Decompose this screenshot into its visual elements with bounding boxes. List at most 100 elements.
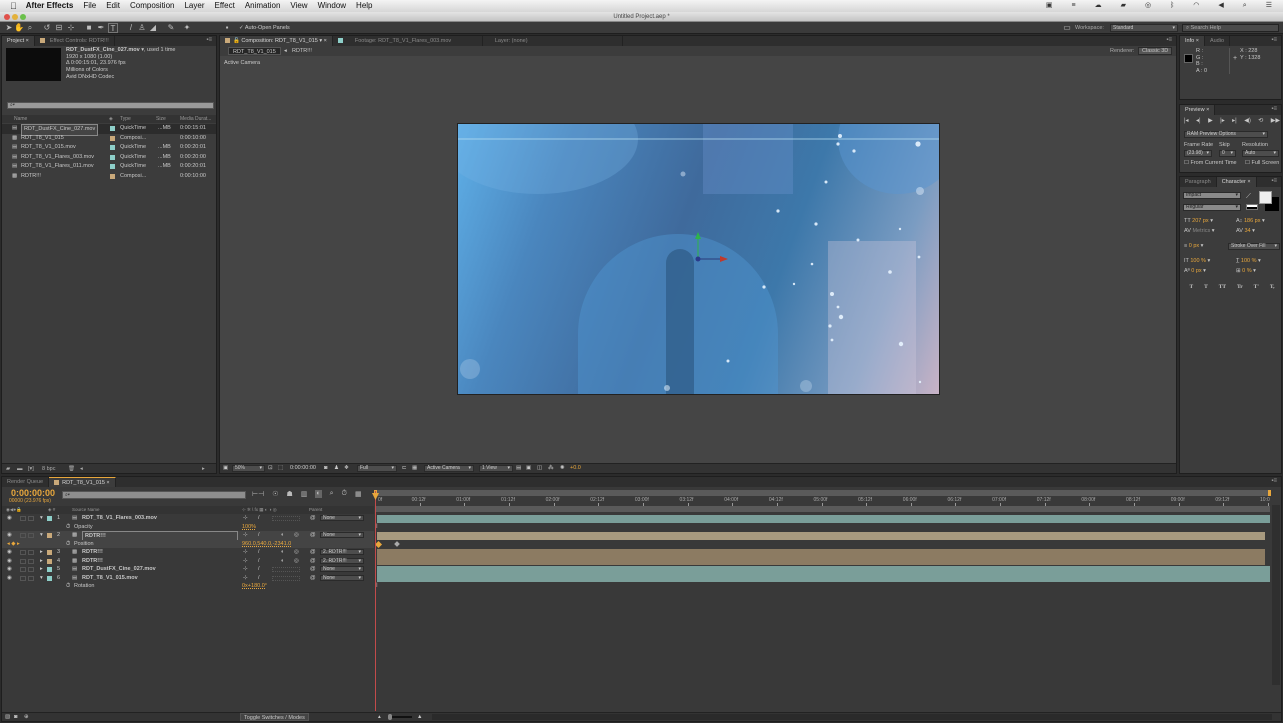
parent-dropdown[interactable]: None <box>320 574 364 581</box>
layer-row[interactable]: ◉ ▾ 2 ▩ RDTR!!! ⊹ / ◐ ◎ @ None <box>2 531 374 542</box>
panel-menu-icon[interactable]: ▪≡ <box>1271 37 1277 43</box>
layer-name[interactable]: RDT_T8_V1_015.mov <box>82 574 138 583</box>
audio-switch[interactable] <box>20 567 26 572</box>
panel-menu-icon[interactable]: ▪≡ <box>1166 37 1172 43</box>
tab-info[interactable]: Info × <box>1180 36 1205 46</box>
tab-timeline-comp[interactable]: RDT_T8_V1_015 × <box>49 477 116 487</box>
search-help-input[interactable]: ⌕ Search Help <box>1182 24 1279 32</box>
layer-duration-bar[interactable] <box>377 514 1270 523</box>
parent-dropdown[interactable]: None <box>320 532 364 538</box>
composition-viewer[interactable] <box>458 124 939 394</box>
pickwhip-icon[interactable]: @ <box>310 548 316 557</box>
visibility-eye-icon[interactable]: ◉ <box>7 548 12 557</box>
resolution-dropdown[interactable]: Full <box>357 465 397 472</box>
cloud-icon[interactable]: ☁ <box>1090 0 1107 12</box>
shy-switch-icon[interactable]: ⊹ <box>243 548 248 557</box>
pan-behind-tool-icon[interactable]: ⊹ <box>66 23 76 33</box>
faux-italic-button[interactable]: T <box>1204 283 1208 293</box>
shy-switch-icon[interactable]: ⊹ <box>243 574 248 583</box>
faux-bold-button[interactable]: T <box>1189 283 1193 293</box>
scroll-right-icon[interactable]: ▸ <box>202 464 205 474</box>
layer-name[interactable]: RDTR!!! <box>82 548 103 557</box>
eyedropper-icon[interactable]: ⟋ <box>1246 193 1251 201</box>
property-row[interactable]: ⏱ Rotation 0x+180.0° <box>2 582 374 591</box>
auto-open-panels-checkbox[interactable]: ✓ Auto-Open Panels <box>239 24 290 32</box>
label-swatch[interactable] <box>110 145 115 150</box>
timeline-icon[interactable]: ◫ <box>537 464 542 473</box>
font-family-dropdown[interactable]: Impact <box>1183 192 1241 199</box>
mask-visibility-icon[interactable]: ⬚ <box>278 464 283 473</box>
twirl-right-icon[interactable]: ▸ <box>40 557 43 566</box>
safe-margins-icon[interactable]: ⊡ <box>268 464 273 473</box>
panel-menu-icon[interactable]: ▪≡ <box>1271 106 1277 112</box>
layer-label-swatch[interactable] <box>47 575 52 581</box>
label-swatch[interactable] <box>110 173 115 179</box>
layer-row[interactable]: ◉ ▾ 6 ▤ RDT_T8_V1_015.mov ⊹ / @ None <box>2 574 374 583</box>
lock-icon[interactable]: 🔓 <box>233 38 240 44</box>
zoom-slider[interactable] <box>388 714 412 720</box>
search-icon[interactable]: ⌕ <box>1238 0 1252 12</box>
renderer-button[interactable]: Classic 3D <box>1138 47 1173 55</box>
zoom-slider-thumb[interactable] <box>388 714 392 720</box>
layer-duration-bar[interactable] <box>377 565 1270 574</box>
stroke-mode-dropdown[interactable]: Stroke Over Fill <box>1228 243 1280 250</box>
visibility-eye-icon[interactable]: ◉ <box>7 574 12 583</box>
motion-blur-switch-icon[interactable]: ◐ <box>281 557 284 566</box>
stopwatch-icon[interactable]: ⏱ <box>66 523 70 532</box>
keyframe[interactable] <box>394 540 400 547</box>
skip-dropdown[interactable]: 0 <box>1219 150 1236 157</box>
magnification-dropdown[interactable]: 50% <box>232 465 265 472</box>
keyframe[interactable] <box>374 540 383 548</box>
play-icon[interactable]: ▶ <box>1208 117 1213 124</box>
menu-help[interactable]: Help <box>351 0 377 12</box>
playhead-line[interactable] <box>375 491 376 711</box>
twirl-down-icon[interactable]: ▾ <box>40 574 43 583</box>
audio-switch[interactable] <box>20 558 26 564</box>
quality-switch-icon[interactable]: / <box>258 514 260 523</box>
hide-shy-layers-icon[interactable]: ☗ <box>286 490 292 498</box>
resolution-dropdown[interactable]: Auto <box>1242 150 1279 157</box>
layer-name[interactable]: RDT_T8_V1_Flares_003.mov <box>82 514 157 523</box>
visibility-eye-icon[interactable]: ◉ <box>7 557 12 566</box>
col-duration[interactable]: Media Durat... <box>180 115 211 123</box>
timeline-horizontal-scrollbar[interactable] <box>432 714 1272 720</box>
solo-switch[interactable] <box>28 558 34 564</box>
visibility-eye-icon[interactable]: ◉ <box>7 531 12 540</box>
property-value[interactable]: 100% <box>242 523 256 532</box>
audio-switch[interactable] <box>20 533 26 538</box>
ram-preview-icon[interactable]: ▶▶ <box>1271 117 1280 124</box>
menu-animation[interactable]: Animation <box>240 0 286 12</box>
subscript-button[interactable]: T, <box>1270 283 1275 293</box>
rotate-tool-icon[interactable]: ↺ <box>42 23 52 33</box>
property-value[interactable]: 960.0,540.0,-2341.0 <box>242 540 291 549</box>
project-item[interactable]: ▤ RDT_DustFX_Cine_027.mov QuickTime ...MB 0:… <box>2 124 216 136</box>
audio-switch[interactable] <box>20 550 26 555</box>
leading-field[interactable]: 186 px <box>1244 218 1261 224</box>
solo-switch[interactable] <box>28 550 34 555</box>
time-ruler[interactable]: 0f 00:12f 01:00f 01:12f 02:00f 02:12f 03:00f 03… <box>375 491 1270 506</box>
delete-icon[interactable]: 🗑 <box>68 464 75 474</box>
zoom-in-icon[interactable]: ▲ <box>417 713 422 721</box>
project-item[interactable]: ▤ RDT_T8_V1_015.mov QuickTime ...MB 0:00:20:… <box>2 143 216 153</box>
layer-switches-icon[interactable]: ▧ <box>5 713 10 721</box>
label-col-icon[interactable]: ◈ <box>109 115 113 123</box>
project-search-input[interactable]: ⌕▾ <box>7 102 214 109</box>
fill-color-swatch[interactable] <box>1259 191 1272 204</box>
lifebuoy-icon[interactable]: ◎ <box>1140 0 1156 12</box>
roto-brush-tool-icon[interactable]: ✎ <box>166 23 176 33</box>
bit-depth-button[interactable]: 8 bpc <box>42 464 55 474</box>
menu-window[interactable]: Window <box>313 0 351 12</box>
frame-blending-icon[interactable]: ▥ <box>301 490 308 498</box>
timeline-search-input[interactable]: ⌕▾ <box>62 491 246 499</box>
property-row[interactable]: ⏱ Opacity 100% <box>2 523 374 532</box>
stroke-width-field[interactable]: 0 px <box>1189 243 1199 249</box>
camera-icon[interactable]: ▣ <box>1041 0 1058 12</box>
stopwatch-icon[interactable]: ⏱ <box>66 582 70 591</box>
menu-composition[interactable]: Composition <box>125 0 179 12</box>
camera-view-dropdown[interactable]: Active Camera <box>424 465 474 472</box>
shy-switch-icon[interactable]: ⊹ <box>243 557 248 566</box>
source-name-header[interactable]: Source Name <box>72 506 100 514</box>
layer-row[interactable]: ◉ ▾ 1 ▤ RDT_T8_V1_Flares_003.mov ⊹ / @ None <box>2 514 374 523</box>
brainstorm-icon[interactable]: ⌕ <box>330 490 334 498</box>
layer-label-swatch[interactable] <box>47 558 52 564</box>
